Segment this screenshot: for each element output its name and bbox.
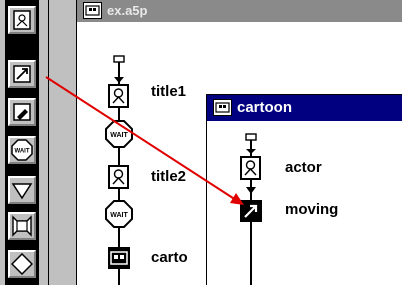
drag-arrow <box>45 76 244 205</box>
